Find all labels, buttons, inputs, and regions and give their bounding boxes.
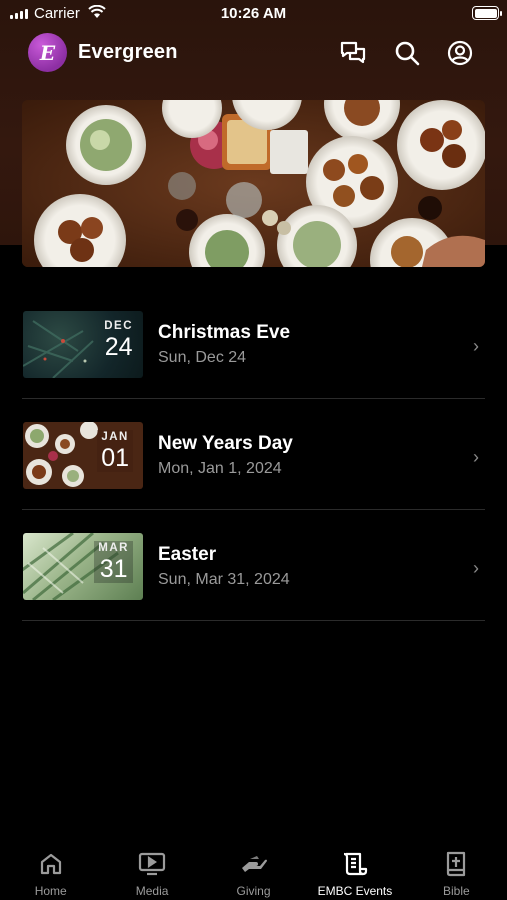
event-date: Mon, Jan 1, 2024 (158, 460, 282, 477)
logo-letter: E (39, 40, 56, 65)
app-logo[interactable]: E (28, 33, 67, 72)
tab-giving[interactable]: Giving (203, 840, 304, 900)
event-row-easter[interactable]: MAR 31 Easter Sun, Mar 31, 2024 › (22, 510, 485, 621)
event-row-new-years-day[interactable]: JAN 01 New Years Day Mon, Jan 1, 2024 › (22, 399, 485, 510)
chat-icon (340, 41, 366, 64)
event-title: New Years Day (158, 433, 293, 454)
hero-banner-image (22, 100, 485, 267)
tab-home[interactable]: Home (0, 840, 101, 900)
tab-label: Giving (236, 884, 271, 898)
battery-icon (472, 6, 502, 20)
bottom-tab-bar: Home Media Giving EMBC Events Bible (0, 840, 507, 900)
tab-label: Bible (442, 884, 470, 898)
account-icon (447, 40, 473, 66)
bible-icon (441, 850, 471, 878)
event-day: 24 (104, 333, 133, 361)
home-icon (36, 850, 66, 878)
tab-label: Media (135, 884, 169, 898)
status-bar: Carrier 10:26 AM (0, 0, 507, 28)
chevron-right-icon: › (473, 558, 479, 578)
event-month: DEC (104, 320, 133, 332)
media-icon (137, 850, 167, 878)
tab-media[interactable]: Media (101, 840, 202, 900)
search-button[interactable] (392, 38, 422, 68)
event-thumbnail: MAR 31 (23, 533, 143, 600)
event-thumbnail: DEC 24 (23, 311, 143, 378)
clock: 10:26 AM (220, 5, 287, 22)
event-date-badge: MAR 31 (94, 541, 133, 583)
event-date: Sun, Mar 31, 2024 (158, 571, 290, 588)
event-month: JAN (101, 431, 129, 443)
tab-bible[interactable]: Bible (406, 840, 507, 900)
event-date-badge: JAN 01 (97, 430, 133, 472)
event-month: MAR (98, 542, 129, 554)
event-date-badge: DEC 24 (104, 319, 133, 361)
tab-embc-events[interactable]: EMBC Events (304, 840, 405, 900)
chat-button[interactable] (338, 38, 368, 68)
tab-label: EMBC Events (317, 884, 393, 898)
tab-label: Home (34, 884, 67, 898)
event-row-christmas-eve[interactable]: DEC 24 Christmas Eve Sun, Dec 24 › (22, 288, 485, 399)
events-list: DEC 24 Christmas Eve Sun, Dec 24 › JAN 0… (22, 288, 485, 621)
profile-button[interactable] (445, 38, 475, 68)
event-thumbnail: JAN 01 (23, 422, 143, 489)
app-title: Evergreen (78, 41, 178, 63)
giving-icon (239, 850, 269, 878)
food-table-illustration (22, 100, 485, 267)
search-icon (395, 41, 420, 66)
events-icon (340, 850, 370, 878)
chevron-right-icon: › (473, 447, 479, 467)
event-day: 01 (101, 444, 129, 472)
event-title: Easter (158, 544, 217, 565)
chevron-right-icon: › (473, 336, 479, 356)
event-date: Sun, Dec 24 (158, 349, 247, 366)
app-header: E Evergreen (0, 30, 507, 76)
event-day: 31 (99, 555, 128, 583)
event-title: Christmas Eve (158, 322, 291, 343)
